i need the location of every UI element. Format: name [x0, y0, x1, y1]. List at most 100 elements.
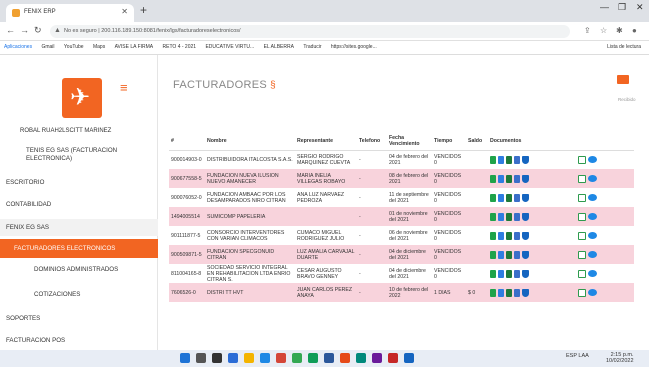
app-icon-e[interactable] [404, 353, 414, 363]
edge-icon[interactable] [228, 353, 238, 363]
app-icon-d[interactable] [388, 353, 398, 363]
chart-doc-icon[interactable] [514, 155, 520, 164]
bookmark-sites[interactable]: https://sites.google... [331, 44, 377, 50]
file-explorer-icon[interactable] [244, 353, 254, 363]
view-eye-icon[interactable] [588, 232, 597, 239]
bookmark-4[interactable]: AVISE LA FIRMA [115, 44, 154, 50]
app-icon-b[interactable] [356, 353, 366, 363]
sidebar-item-facturadores[interactable]: FACTURADORES ELECTRONICOS [0, 239, 158, 258]
excel-doc-icon[interactable] [506, 231, 512, 240]
view-eye-icon[interactable] [588, 270, 597, 277]
excel-doc-icon[interactable] [506, 155, 512, 164]
word-doc-icon[interactable] [498, 288, 504, 297]
pdf-doc-icon[interactable] [490, 212, 496, 221]
search-icon[interactable] [196, 353, 206, 363]
profile-icon[interactable]: ● [632, 26, 637, 35]
calendar-icon[interactable] [578, 231, 586, 240]
shield-icon[interactable] [522, 193, 529, 202]
chart-doc-icon[interactable] [514, 250, 520, 259]
view-eye-icon[interactable] [588, 289, 597, 296]
maximize-icon[interactable]: ❐ [618, 2, 626, 13]
col-header-documentos[interactable]: Documentos [488, 133, 576, 151]
app-icon-c[interactable] [372, 353, 382, 363]
extensions-icon[interactable]: ✱ [616, 26, 623, 35]
excel-icon[interactable] [308, 353, 318, 363]
pdf-doc-icon[interactable] [490, 193, 496, 202]
view-eye-icon[interactable] [588, 251, 597, 258]
sidebar-item-tenis[interactable]: TENIS EG SAS (FACTURACION ELECTRONICA) [0, 147, 158, 163]
excel-doc-icon[interactable] [506, 174, 512, 183]
pdf-doc-icon[interactable] [490, 288, 496, 297]
reading-list[interactable]: Lista de lectura [607, 44, 641, 50]
pdf-doc-icon[interactable] [490, 269, 496, 278]
table-row[interactable]: 901111877-5 CONSORCIO INTERVENTORES CON V… [169, 226, 634, 245]
shield-icon[interactable] [522, 174, 529, 183]
word-doc-icon[interactable] [498, 250, 504, 259]
word-doc-icon[interactable] [498, 174, 504, 183]
mail-app-icon[interactable] [276, 353, 286, 363]
pdf-doc-icon[interactable] [490, 250, 496, 259]
browser-tab[interactable]: FENIX ERP ✕ [6, 4, 134, 22]
word-doc-icon[interactable] [498, 212, 504, 221]
sidebar-item-escritorio[interactable]: ESCRITORIO [0, 179, 158, 187]
sidebar-item-cotizaciones[interactable]: COTIZACIONES [0, 291, 158, 299]
windows-start-icon[interactable] [180, 353, 190, 363]
forward-icon[interactable]: → [20, 25, 29, 35]
bookmark-7[interactable]: EL ALBERRA [264, 44, 294, 50]
col-header-nombre[interactable]: Nombre [205, 133, 295, 151]
table-row[interactable]: 811004165-8 SOCIEDAD SERVICIO INTEGRAL EN… [169, 264, 634, 283]
calendar-icon[interactable] [578, 155, 586, 164]
shield-icon[interactable] [522, 212, 529, 221]
bookmark-maps[interactable]: Maps [93, 44, 105, 50]
table-row[interactable]: 7606526-0 DISTRI TT HVT JUAN CARLOS PEREZ … [169, 283, 634, 302]
sidebar-item-soportes[interactable]: SOPORTES [0, 315, 158, 323]
view-eye-icon[interactable] [588, 213, 597, 220]
table-row[interactable]: 900076052-0 FUNDACION AMBAAC POR LOS DESA… [169, 188, 634, 207]
chart-doc-icon[interactable] [514, 193, 520, 202]
calendar-icon[interactable] [578, 174, 586, 183]
calendar-icon[interactable] [578, 288, 586, 297]
chart-doc-icon[interactable] [514, 269, 520, 278]
view-eye-icon[interactable] [588, 156, 597, 164]
table-row[interactable]: 1494005514 SUMICOMP PAPELERIA -01 de novie… [169, 207, 634, 226]
pdf-doc-icon[interactable] [490, 155, 496, 164]
pdf-doc-icon[interactable] [490, 231, 496, 240]
shield-icon[interactable] [522, 269, 529, 278]
shield-icon[interactable] [522, 155, 529, 164]
back-icon[interactable]: ← [6, 25, 15, 35]
table-row[interactable]: 900014903-0 DISTRIBUIDORA ITALCOSTA S.A.S… [169, 150, 634, 169]
chart-doc-icon[interactable] [514, 174, 520, 183]
close-tab-icon[interactable]: ✕ [121, 7, 128, 16]
pdf-doc-icon[interactable] [490, 174, 496, 183]
store-icon[interactable] [260, 353, 270, 363]
tray-clock[interactable]: 2:15 p.m. 10/02/2022 [606, 352, 634, 364]
chart-doc-icon[interactable] [514, 231, 520, 240]
close-window-icon[interactable]: ✕ [636, 2, 644, 13]
bookmark-5[interactable]: RETO 4 - 2021 [163, 44, 197, 50]
star-icon[interactable]: ☆ [600, 26, 607, 35]
bookmark-gmail[interactable]: Gmail [41, 44, 54, 50]
word-icon[interactable] [324, 353, 334, 363]
col-header-tiempo[interactable]: Tiempo [432, 133, 466, 151]
chart-doc-icon[interactable] [514, 288, 520, 297]
calendar-icon[interactable] [578, 250, 586, 259]
sidebar-item-dominios[interactable]: DOMINIOS ADMINISTRADOS [0, 266, 158, 274]
shield-icon[interactable] [522, 231, 529, 240]
col-header-fecha[interactable]: Fecha Vencimiento [387, 133, 432, 151]
shield-icon[interactable] [522, 288, 529, 297]
excel-doc-icon[interactable] [506, 269, 512, 278]
task-view-icon[interactable] [212, 353, 222, 363]
word-doc-icon[interactable] [498, 269, 504, 278]
excel-doc-icon[interactable] [506, 250, 512, 259]
bookmark-6[interactable]: EDUCATIVE VIRTU... [205, 44, 254, 50]
calendar-icon[interactable] [578, 212, 586, 221]
col-header-id[interactable]: # [169, 133, 205, 151]
bookmark-translate[interactable]: Traducir [303, 44, 321, 50]
col-header-saldo[interactable]: Saldo [466, 133, 488, 151]
word-doc-icon[interactable] [498, 231, 504, 240]
calendar-icon[interactable] [578, 193, 586, 202]
new-tab-icon[interactable]: + [140, 3, 147, 17]
share-icon[interactable]: ⇪ [584, 26, 591, 35]
shield-icon[interactable] [522, 250, 529, 259]
tray-lang[interactable]: ESP LAA [566, 353, 589, 359]
